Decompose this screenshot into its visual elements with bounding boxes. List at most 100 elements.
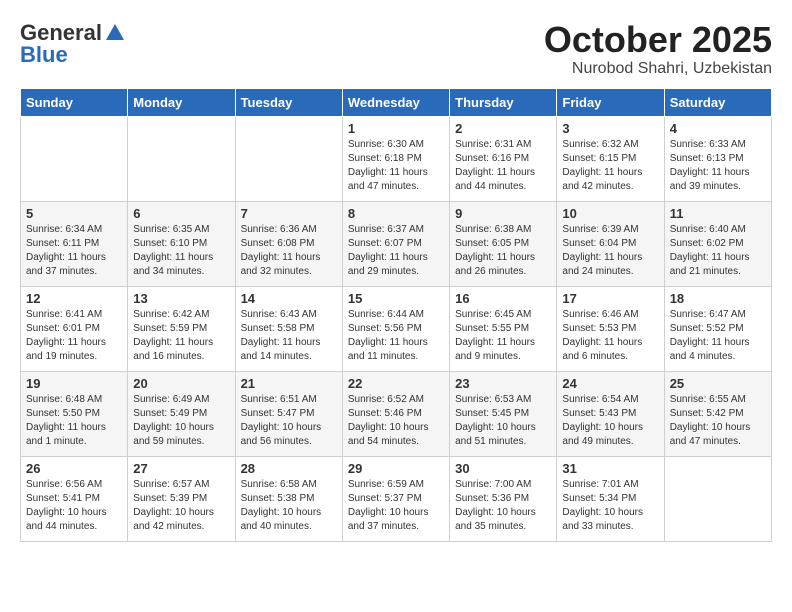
calendar-cell: 14 Sunrise: 6:43 AM Sunset: 5:58 PM Dayli… [235, 286, 342, 371]
week-row-4: 19 Sunrise: 6:48 AM Sunset: 5:50 PM Dayli… [21, 371, 772, 456]
calendar-cell: 31Sunrise: 7:01 AM Sunset: 5:34 PM Dayli… [557, 456, 664, 541]
day-number: 15 [348, 291, 444, 306]
calendar-cell: 1 Sunrise: 6:30 AM Sunset: 6:18 PM Daylig… [342, 116, 449, 201]
day-number: 19 [26, 376, 122, 391]
day-number: 5 [26, 206, 122, 221]
week-row-2: 5 Sunrise: 6:34 AM Sunset: 6:11 PM Daylig… [21, 201, 772, 286]
day-info: Sunrise: 6:54 AM Sunset: 5:43 PM Dayligh… [562, 393, 658, 449]
calendar-cell: 20 Sunrise: 6:49 AM Sunset: 5:49 PM Dayli… [128, 371, 235, 456]
day-number: 1 [348, 121, 444, 136]
day-number: 2 [455, 121, 551, 136]
calendar-cell: 27 Sunrise: 6:57 AM Sunset: 5:39 PM Dayli… [128, 456, 235, 541]
day-info: Sunrise: 6:41 AM Sunset: 6:01 PM Dayligh… [26, 308, 122, 364]
day-info: Sunrise: 6:58 AM Sunset: 5:38 PM Dayligh… [241, 478, 337, 534]
day-info: Sunrise: 6:57 AM Sunset: 5:39 PM Dayligh… [133, 478, 229, 534]
day-info: Sunrise: 6:33 AM Sunset: 6:13 PM Dayligh… [670, 138, 766, 194]
day-number: 24 [562, 376, 658, 391]
day-info: Sunrise: 6:45 AM Sunset: 5:55 PM Dayligh… [455, 308, 551, 364]
day-number: 9 [455, 206, 551, 221]
day-info: Sunrise: 6:32 AM Sunset: 6:15 PM Dayligh… [562, 138, 658, 194]
weekday-header-wednesday: Wednesday [342, 88, 449, 116]
day-info: Sunrise: 6:37 AM Sunset: 6:07 PM Dayligh… [348, 223, 444, 279]
day-info: Sunrise: 6:35 AM Sunset: 6:10 PM Dayligh… [133, 223, 229, 279]
calendar-cell [235, 116, 342, 201]
day-number: 18 [670, 291, 766, 306]
day-info: Sunrise: 6:59 AM Sunset: 5:37 PM Dayligh… [348, 478, 444, 534]
calendar-cell: 11 Sunrise: 6:40 AM Sunset: 6:02 PM Dayli… [664, 201, 771, 286]
week-row-3: 12Sunrise: 6:41 AM Sunset: 6:01 PM Dayli… [21, 286, 772, 371]
day-number: 10 [562, 206, 658, 221]
day-number: 7 [241, 206, 337, 221]
day-info: Sunrise: 6:30 AM Sunset: 6:18 PM Dayligh… [348, 138, 444, 194]
day-number: 14 [241, 291, 337, 306]
calendar-cell [128, 116, 235, 201]
day-number: 22 [348, 376, 444, 391]
weekday-header-row: SundayMondayTuesdayWednesdayThursdayFrid… [21, 88, 772, 116]
page-header: General Blue October 2025 Nurobod Shahri… [20, 20, 772, 78]
calendar-cell: 28 Sunrise: 6:58 AM Sunset: 5:38 PM Dayli… [235, 456, 342, 541]
calendar-cell: 22Sunrise: 6:52 AM Sunset: 5:46 PM Dayli… [342, 371, 449, 456]
calendar-cell: 3Sunrise: 6:32 AM Sunset: 6:15 PM Daylig… [557, 116, 664, 201]
day-number: 11 [670, 206, 766, 221]
weekday-header-friday: Friday [557, 88, 664, 116]
calendar-cell: 17 Sunrise: 6:46 AM Sunset: 5:53 PM Dayli… [557, 286, 664, 371]
calendar-cell: 8 Sunrise: 6:37 AM Sunset: 6:07 PM Daylig… [342, 201, 449, 286]
calendar-cell: 12Sunrise: 6:41 AM Sunset: 6:01 PM Dayli… [21, 286, 128, 371]
month-title: October 2025 [544, 20, 772, 60]
day-number: 28 [241, 461, 337, 476]
day-info: Sunrise: 6:48 AM Sunset: 5:50 PM Dayligh… [26, 393, 122, 449]
day-info: Sunrise: 6:31 AM Sunset: 6:16 PM Dayligh… [455, 138, 551, 194]
day-info: Sunrise: 6:56 AM Sunset: 5:41 PM Dayligh… [26, 478, 122, 534]
calendar-cell: 9 Sunrise: 6:38 AM Sunset: 6:05 PM Daylig… [450, 201, 557, 286]
weekday-header-tuesday: Tuesday [235, 88, 342, 116]
day-number: 16 [455, 291, 551, 306]
week-row-1: 1 Sunrise: 6:30 AM Sunset: 6:18 PM Daylig… [21, 116, 772, 201]
day-number: 20 [133, 376, 229, 391]
weekday-header-thursday: Thursday [450, 88, 557, 116]
day-number: 6 [133, 206, 229, 221]
weekday-header-sunday: Sunday [21, 88, 128, 116]
calendar-cell [21, 116, 128, 201]
calendar-cell: 23 Sunrise: 6:53 AM Sunset: 5:45 PM Dayli… [450, 371, 557, 456]
day-info: Sunrise: 6:38 AM Sunset: 6:05 PM Dayligh… [455, 223, 551, 279]
calendar-cell: 16 Sunrise: 6:45 AM Sunset: 5:55 PM Dayli… [450, 286, 557, 371]
day-number: 25 [670, 376, 766, 391]
location-subtitle: Nurobod Shahri, Uzbekistan [544, 60, 772, 78]
calendar-cell: 30Sunrise: 7:00 AM Sunset: 5:36 PM Dayli… [450, 456, 557, 541]
day-number: 4 [670, 121, 766, 136]
logo-blue: Blue [20, 42, 68, 68]
calendar-cell: 18Sunrise: 6:47 AM Sunset: 5:52 PM Dayli… [664, 286, 771, 371]
logo-icon [104, 22, 126, 44]
week-row-5: 26 Sunrise: 6:56 AM Sunset: 5:41 PM Dayli… [21, 456, 772, 541]
day-number: 23 [455, 376, 551, 391]
calendar-cell: 26 Sunrise: 6:56 AM Sunset: 5:41 PM Dayli… [21, 456, 128, 541]
day-info: Sunrise: 6:44 AM Sunset: 5:56 PM Dayligh… [348, 308, 444, 364]
calendar-cell: 13Sunrise: 6:42 AM Sunset: 5:59 PM Dayli… [128, 286, 235, 371]
day-number: 27 [133, 461, 229, 476]
day-info: Sunrise: 6:53 AM Sunset: 5:45 PM Dayligh… [455, 393, 551, 449]
calendar-cell: 29Sunrise: 6:59 AM Sunset: 5:37 PM Dayli… [342, 456, 449, 541]
calendar-cell: 5 Sunrise: 6:34 AM Sunset: 6:11 PM Daylig… [21, 201, 128, 286]
calendar-table: SundayMondayTuesdayWednesdayThursdayFrid… [20, 88, 772, 542]
day-info: Sunrise: 6:36 AM Sunset: 6:08 PM Dayligh… [241, 223, 337, 279]
day-info: Sunrise: 6:51 AM Sunset: 5:47 PM Dayligh… [241, 393, 337, 449]
day-info: Sunrise: 6:34 AM Sunset: 6:11 PM Dayligh… [26, 223, 122, 279]
day-number: 8 [348, 206, 444, 221]
day-number: 17 [562, 291, 658, 306]
day-info: Sunrise: 6:46 AM Sunset: 5:53 PM Dayligh… [562, 308, 658, 364]
day-info: Sunrise: 6:49 AM Sunset: 5:49 PM Dayligh… [133, 393, 229, 449]
calendar-cell: 25Sunrise: 6:55 AM Sunset: 5:42 PM Dayli… [664, 371, 771, 456]
day-number: 13 [133, 291, 229, 306]
calendar-cell: 6 Sunrise: 6:35 AM Sunset: 6:10 PM Daylig… [128, 201, 235, 286]
day-info: Sunrise: 6:43 AM Sunset: 5:58 PM Dayligh… [241, 308, 337, 364]
day-info: Sunrise: 6:40 AM Sunset: 6:02 PM Dayligh… [670, 223, 766, 279]
calendar-cell: 24 Sunrise: 6:54 AM Sunset: 5:43 PM Dayli… [557, 371, 664, 456]
calendar-cell [664, 456, 771, 541]
calendar-cell: 21Sunrise: 6:51 AM Sunset: 5:47 PM Dayli… [235, 371, 342, 456]
calendar-cell: 4 Sunrise: 6:33 AM Sunset: 6:13 PM Daylig… [664, 116, 771, 201]
calendar-cell: 19 Sunrise: 6:48 AM Sunset: 5:50 PM Dayli… [21, 371, 128, 456]
day-number: 26 [26, 461, 122, 476]
day-number: 31 [562, 461, 658, 476]
calendar-cell: 2 Sunrise: 6:31 AM Sunset: 6:16 PM Daylig… [450, 116, 557, 201]
calendar-cell: 10Sunrise: 6:39 AM Sunset: 6:04 PM Dayli… [557, 201, 664, 286]
